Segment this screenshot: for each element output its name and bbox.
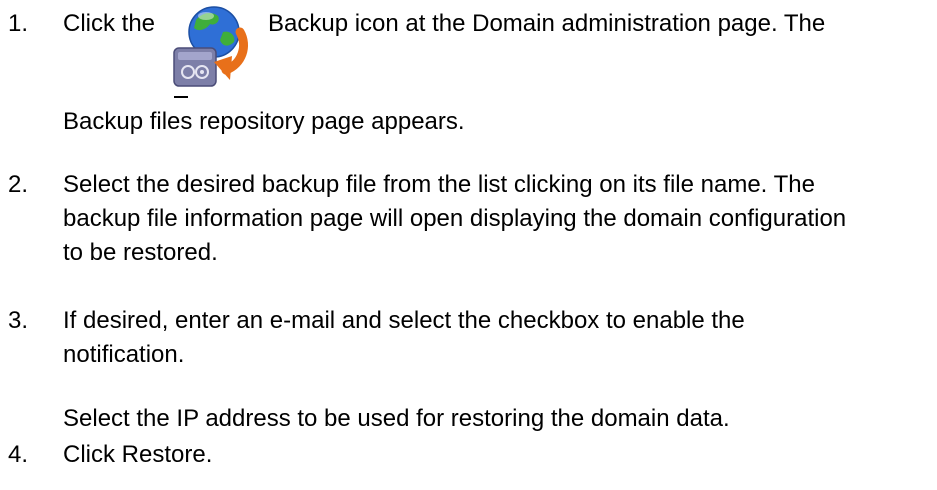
step-3-extra: Select the IP address to be used for res… xyxy=(63,405,730,432)
step-3-line-1: If desired, enter an e-mail and select t… xyxy=(63,307,745,334)
step-2-number: 2. xyxy=(8,171,29,198)
step-4-number: 4. xyxy=(8,441,29,468)
step-3-number: 3. xyxy=(8,307,29,334)
backup-icon xyxy=(168,2,256,100)
step-2-line-2: backup file information page will open d… xyxy=(63,205,847,232)
step-2-line-3: to be restored. xyxy=(63,239,218,266)
step-3-line-2: notification. xyxy=(63,341,185,368)
step-4-line-1: Click Restore. xyxy=(63,441,213,468)
step-1-number: 1. xyxy=(8,10,29,37)
step-1-text-before-icon: Click the xyxy=(63,10,156,37)
step-2-line-1: Select the desired backup file from the … xyxy=(63,171,815,198)
step-1-continuation: Backup files repository page appears. xyxy=(63,108,465,135)
icon-underline xyxy=(174,96,188,98)
step-1-text-after-icon: Backup icon at the Domain administration… xyxy=(268,10,826,37)
